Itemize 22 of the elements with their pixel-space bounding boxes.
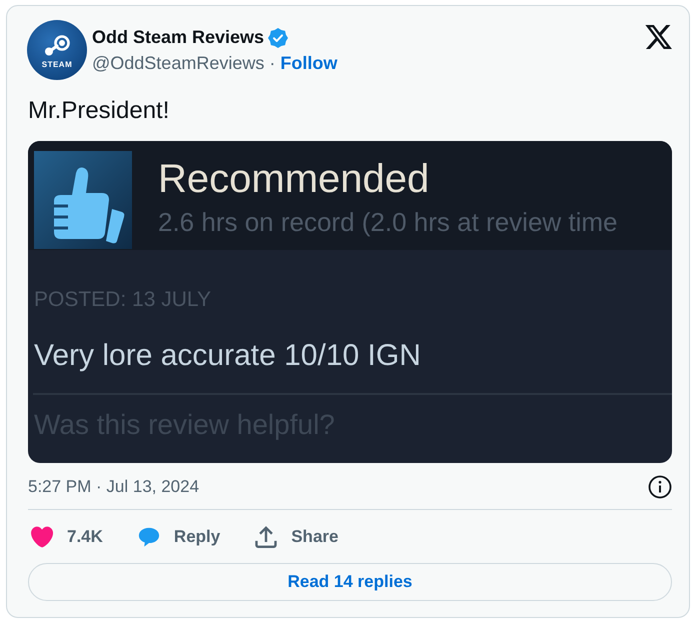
read-replies-button[interactable]: Read 14 replies — [28, 563, 672, 601]
review-verdict: Recommended — [158, 156, 430, 202]
timestamp[interactable]: 5:27 PM · Jul 13, 2024 — [28, 477, 200, 497]
avatar[interactable]: STEAM — [27, 20, 87, 80]
speech-bubble-icon — [138, 526, 160, 548]
heart-icon — [31, 526, 53, 548]
separator-dot: · — [269, 52, 276, 74]
author-name[interactable]: Odd Steam Reviews — [92, 27, 264, 48]
review-text: Very lore accurate 10/10 IGN — [34, 339, 422, 373]
x-logo-icon[interactable] — [645, 25, 672, 49]
author-handle[interactable]: @OddSteamReviews — [92, 52, 264, 74]
follow-link[interactable]: Follow — [280, 52, 338, 74]
avatar-label: STEAM — [42, 60, 72, 70]
reply-button[interactable]: Reply — [134, 526, 224, 548]
like-button[interactable]: 7.4K — [28, 526, 106, 548]
logo-icon — [42, 34, 72, 56]
info-icon[interactable] — [648, 475, 672, 499]
share-button[interactable]: Share — [252, 526, 342, 548]
thumbs-up-icon — [34, 151, 132, 249]
playtime-text: 2.6 hrs on record (2.0 hrs at review time — [158, 206, 618, 238]
tweet-text: Mr.President! — [28, 96, 170, 125]
share-icon — [255, 526, 278, 548]
